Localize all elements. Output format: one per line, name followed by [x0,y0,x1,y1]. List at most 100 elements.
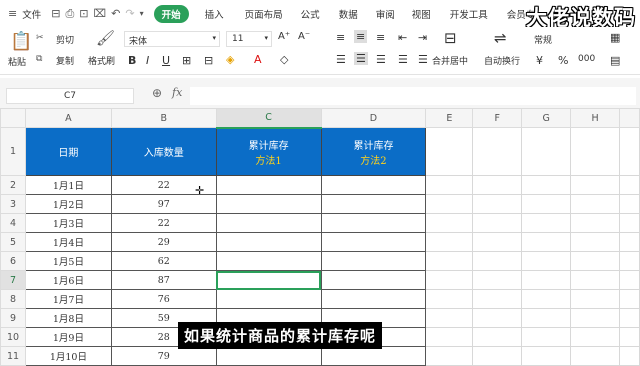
cell[interactable] [425,251,474,271]
indent-increase-icon[interactable]: ⇥ [418,31,427,44]
tab-home[interactable]: 开始 [153,4,189,23]
tab-review[interactable]: 审阅 [376,7,395,21]
cumulative-2-cell[interactable] [320,270,427,290]
col-header-a[interactable]: A [24,108,112,128]
row-header[interactable]: 6 [0,251,26,271]
menu-file[interactable]: 文件 [22,7,41,21]
cell[interactable] [425,327,474,347]
font-size-select[interactable]: 11 ▾ [226,31,272,47]
quantity-cell[interactable]: 87 [110,270,217,290]
cell[interactable] [618,270,640,290]
cell[interactable] [521,327,572,347]
merge-icon[interactable]: ⊟ [204,54,213,67]
col-header-f[interactable]: F [472,108,523,128]
cumulative-1-cell[interactable] [215,194,322,214]
cumulative-1-cell[interactable] [215,175,322,195]
fx-icon[interactable]: fx [172,86,182,99]
tab-developer[interactable]: 开发工具 [450,7,488,21]
date-cell[interactable]: 1月3日 [24,213,112,233]
cell[interactable] [570,175,620,195]
cell[interactable] [425,270,474,290]
quantity-cell[interactable]: 79 [110,346,217,366]
decrease-font-icon[interactable]: A⁻ [298,31,310,42]
col-header-g[interactable]: G [521,108,572,128]
header-quantity[interactable]: 入库数量 [110,127,217,176]
date-cell[interactable]: 1月2日 [24,194,112,214]
copy-button[interactable]: 复制 [56,54,74,67]
cell[interactable] [618,194,640,214]
align-left-icon[interactable]: ☰ [336,53,346,66]
active-cell[interactable] [215,270,322,290]
quantity-cell[interactable]: 62 [110,251,217,271]
cell[interactable] [618,308,640,328]
tab-page-layout[interactable]: 页面布局 [245,7,283,21]
cell[interactable] [425,175,474,195]
undo-icon[interactable]: ↶ [111,8,120,19]
cell[interactable] [521,127,572,176]
cell[interactable] [472,194,523,214]
tab-formulas[interactable]: 公式 [301,7,320,21]
cell[interactable] [472,232,523,252]
col-header-d[interactable]: D [320,108,427,128]
row-header[interactable]: 9 [0,308,26,328]
name-box[interactable]: C7 [6,88,134,104]
cell[interactable] [618,327,640,347]
align-right-icon[interactable]: ☰ [376,53,386,66]
align-bottom-icon[interactable]: ≡ [376,31,385,44]
row-header[interactable]: 8 [0,289,26,309]
col-header-c[interactable]: C [215,108,322,129]
number-format-select[interactable]: 常规 [532,31,592,47]
select-all-corner[interactable] [0,108,26,128]
merge-center-button[interactable]: 合并居中 [432,54,468,67]
cumulative-1-cell[interactable] [215,213,322,233]
cell[interactable] [521,251,572,271]
table-style-icon[interactable]: ▤ [610,54,620,67]
cell[interactable] [618,175,640,195]
cumulative-2-cell[interactable] [320,289,427,309]
zoom-icon[interactable]: ⊕ [152,86,162,100]
format-painter-button[interactable]: 格式刷 [88,54,115,67]
cell[interactable] [570,232,620,252]
preview-icon[interactable]: ⊡ [79,8,88,19]
cumulative-1-cell[interactable] [215,251,322,271]
col-header-b[interactable]: B [110,108,217,128]
fill-color-icon[interactable]: ◈ [226,53,234,66]
cell[interactable] [425,308,474,328]
cumulative-2-cell[interactable] [320,251,427,271]
cell[interactable] [618,289,640,309]
percent-button[interactable]: % [558,54,568,67]
header-cumulative-2[interactable]: 累计库存 方法2 [320,127,427,176]
save-icon[interactable]: ⊟ [51,8,60,19]
date-cell[interactable]: 1月7日 [24,289,112,309]
date-cell[interactable]: 1月5日 [24,251,112,271]
cell[interactable] [472,175,523,195]
cell[interactable] [618,232,640,252]
date-cell[interactable]: 1月1日 [24,175,112,195]
cell[interactable] [472,270,523,290]
hamburger-menu-icon[interactable]: ≡ [8,7,17,20]
cell[interactable] [472,308,523,328]
cell[interactable] [570,327,620,347]
date-cell[interactable]: 1月4日 [24,232,112,252]
cell[interactable] [570,127,620,176]
align-top-icon[interactable]: ≡ [336,31,345,44]
cell[interactable] [472,327,523,347]
cumulative-2-cell[interactable] [320,232,427,252]
row-header[interactable]: 10 [0,327,26,347]
cell[interactable] [570,213,620,233]
cell[interactable] [472,289,523,309]
font-name-select[interactable]: 宋体 ▾ [124,31,220,47]
cell[interactable] [570,308,620,328]
conditional-format-icon[interactable]: ▦ [610,31,620,44]
cell[interactable] [521,194,572,214]
row-header[interactable]: 2 [0,175,26,195]
currency-button[interactable]: ¥ [536,54,543,67]
tab-insert[interactable]: 插入 [205,7,224,21]
cell[interactable] [570,289,620,309]
col-header-e[interactable]: E [425,108,474,128]
italic-icon[interactable]: I [146,54,149,67]
cell[interactable] [521,289,572,309]
cell[interactable] [521,213,572,233]
cumulative-1-cell[interactable] [215,289,322,309]
quantity-cell[interactable]: 97 [110,194,217,214]
